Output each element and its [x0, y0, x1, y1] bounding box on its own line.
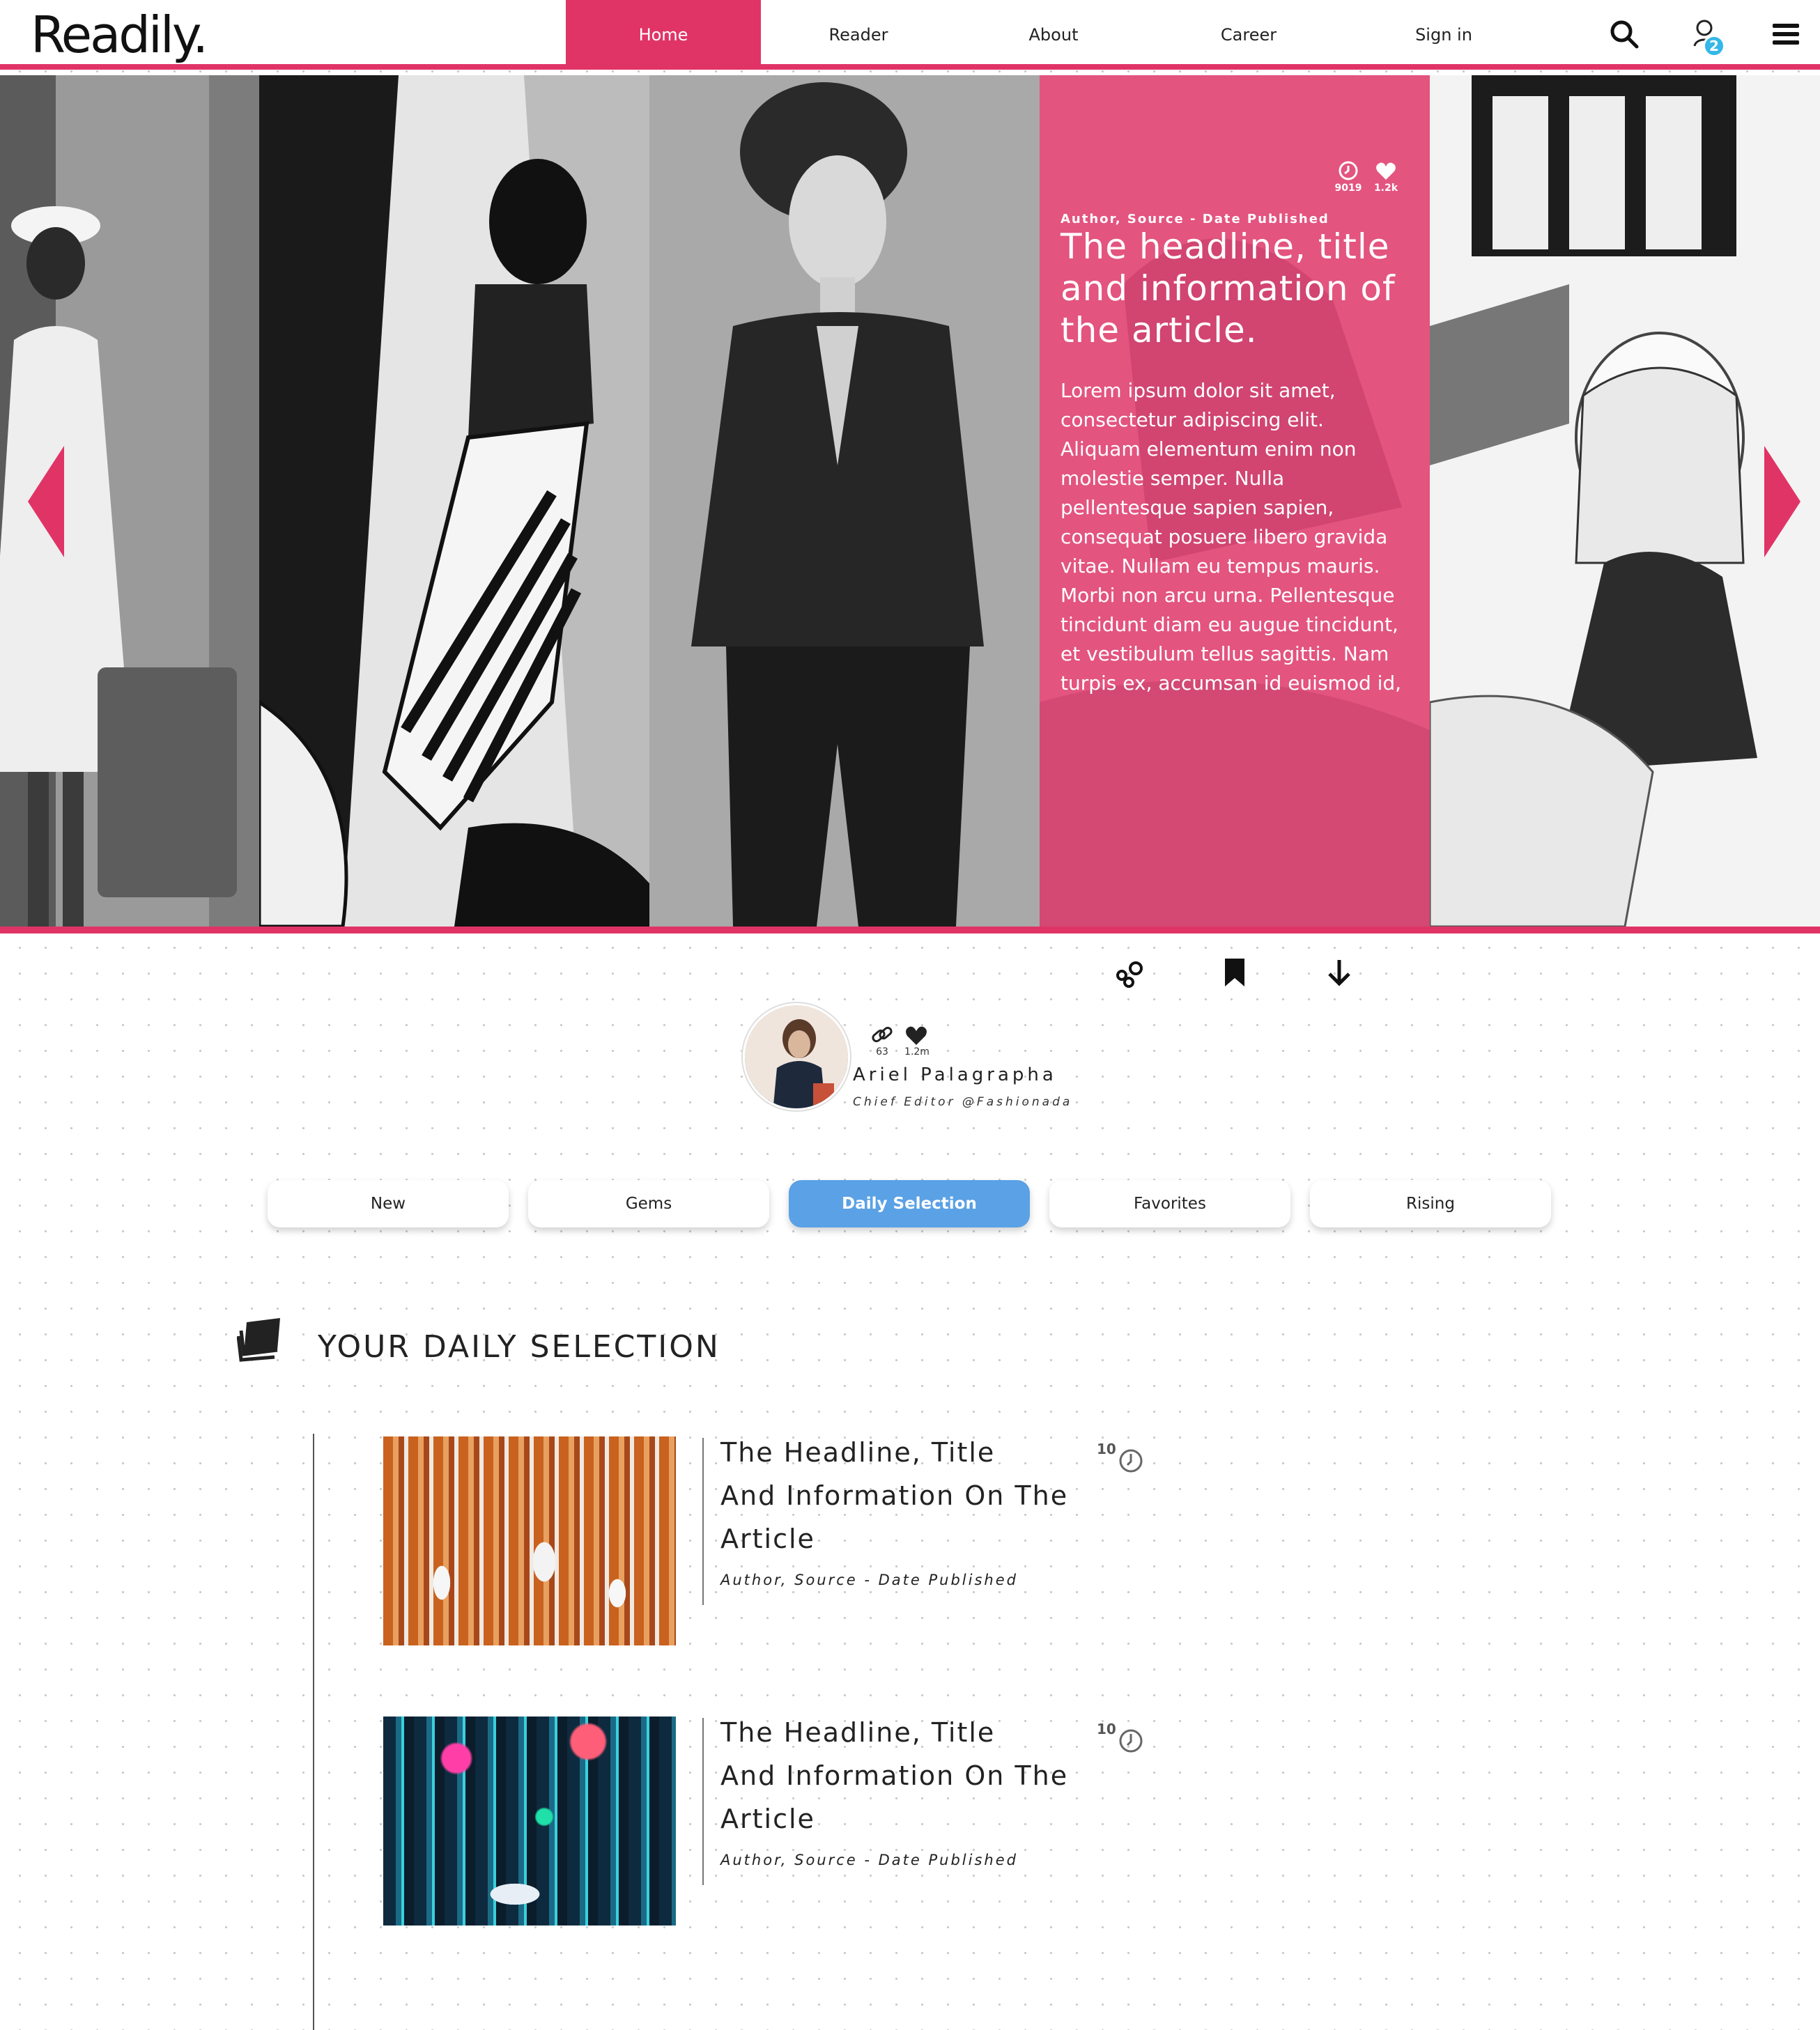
- article-title-line: The Headline, Title: [720, 1717, 996, 1748]
- article-title-line: Article: [720, 1524, 815, 1554]
- reads-count: 9019: [1334, 183, 1362, 194]
- article-meta: Author, Source - Date Published: [720, 1572, 1018, 1588]
- tab-daily-selection[interactable]: Daily Selection: [789, 1180, 1030, 1227]
- notification-badge: 2: [1703, 35, 1725, 57]
- nav-about[interactable]: About: [956, 0, 1151, 70]
- featured-article-card[interactable]: 9019 1.2k Author, Source - Date Publishe…: [1040, 75, 1430, 927]
- article-divider: [702, 1718, 704, 1885]
- nav-home[interactable]: Home: [566, 0, 761, 70]
- article-headline[interactable]: The headline, title and information of t…: [1061, 226, 1409, 351]
- top-header: Readily. Home Reader About Career Sign i…: [0, 0, 1820, 70]
- timer-icon: [1119, 1449, 1143, 1473]
- hero-carousel: 9019 1.2k Author, Source - Date Publishe…: [0, 75, 1820, 933]
- nav-career[interactable]: Career: [1151, 0, 1346, 70]
- main-nav: Home Reader About Career Sign in: [566, 0, 1541, 70]
- carousel-prev-arrow[interactable]: [25, 446, 67, 557]
- article-title-line: And Information On The: [720, 1760, 1069, 1791]
- hamburger-menu-icon[interactable]: [1770, 18, 1802, 50]
- carousel-image-illustration[interactable]: [259, 75, 649, 927]
- section-title: YOUR DAILY SELECTION: [318, 1329, 720, 1365]
- article-title[interactable]: The Headline, Title And Information On T…: [720, 1431, 1083, 1560]
- author-likes-count: 1.2m: [904, 1046, 930, 1057]
- article-meta: Author, Source - Date Published: [720, 1852, 1018, 1868]
- article-title-line: The Headline, Title: [720, 1437, 996, 1468]
- download-icon[interactable]: [1322, 956, 1356, 989]
- link-icon[interactable]: [870, 1023, 895, 1048]
- logo[interactable]: Readily.: [31, 1, 208, 68]
- article-title-line: Article: [720, 1804, 815, 1834]
- tab-gems[interactable]: Gems: [528, 1180, 769, 1227]
- nav-reader[interactable]: Reader: [761, 0, 956, 70]
- author-avatar[interactable]: [743, 1003, 850, 1110]
- heart-icon[interactable]: [1375, 162, 1396, 181]
- tab-favorites[interactable]: Favorites: [1049, 1180, 1290, 1227]
- tab-new[interactable]: New: [268, 1180, 509, 1227]
- likes-count: 1.2k: [1373, 183, 1398, 194]
- clock-icon: [1339, 161, 1358, 180]
- author-links-count: 63: [876, 1046, 888, 1057]
- author-heart-icon[interactable]: [904, 1025, 928, 1046]
- article-divider: [702, 1438, 704, 1605]
- author-role: Chief Editor @Fashionada: [853, 1095, 1073, 1109]
- article-title-line: And Information On The: [720, 1480, 1069, 1511]
- article-thumbnail-city[interactable]: [383, 1717, 676, 1926]
- bookmark-icon[interactable]: [1218, 956, 1251, 989]
- article-meta: Author, Source - Date Published: [1061, 212, 1329, 226]
- carousel-next-arrow[interactable]: [1761, 446, 1803, 557]
- timeline-line: [313, 1434, 314, 2030]
- read-time: 10: [1097, 1441, 1116, 1457]
- carousel-image-portrait[interactable]: [649, 75, 1040, 927]
- tab-rising[interactable]: Rising: [1310, 1180, 1551, 1227]
- author-name[interactable]: Ariel Palagrapha: [853, 1064, 1057, 1085]
- article-excerpt: Lorem ipsum dolor sit amet, consectetur …: [1061, 379, 1402, 695]
- article-title[interactable]: The Headline, Title And Information On T…: [720, 1711, 1083, 1841]
- read-time: 10: [1097, 1721, 1116, 1737]
- timer-icon: [1119, 1729, 1143, 1753]
- article-thumbnail-canyon[interactable]: [383, 1436, 676, 1645]
- stack-icon: [237, 1318, 280, 1362]
- search-icon[interactable]: [1608, 18, 1640, 50]
- filter-tabs: New Gems Daily Selection Favorites Risin…: [268, 1180, 1551, 1227]
- share-icon[interactable]: [1113, 956, 1147, 989]
- nav-sign-in[interactable]: Sign in: [1346, 0, 1541, 70]
